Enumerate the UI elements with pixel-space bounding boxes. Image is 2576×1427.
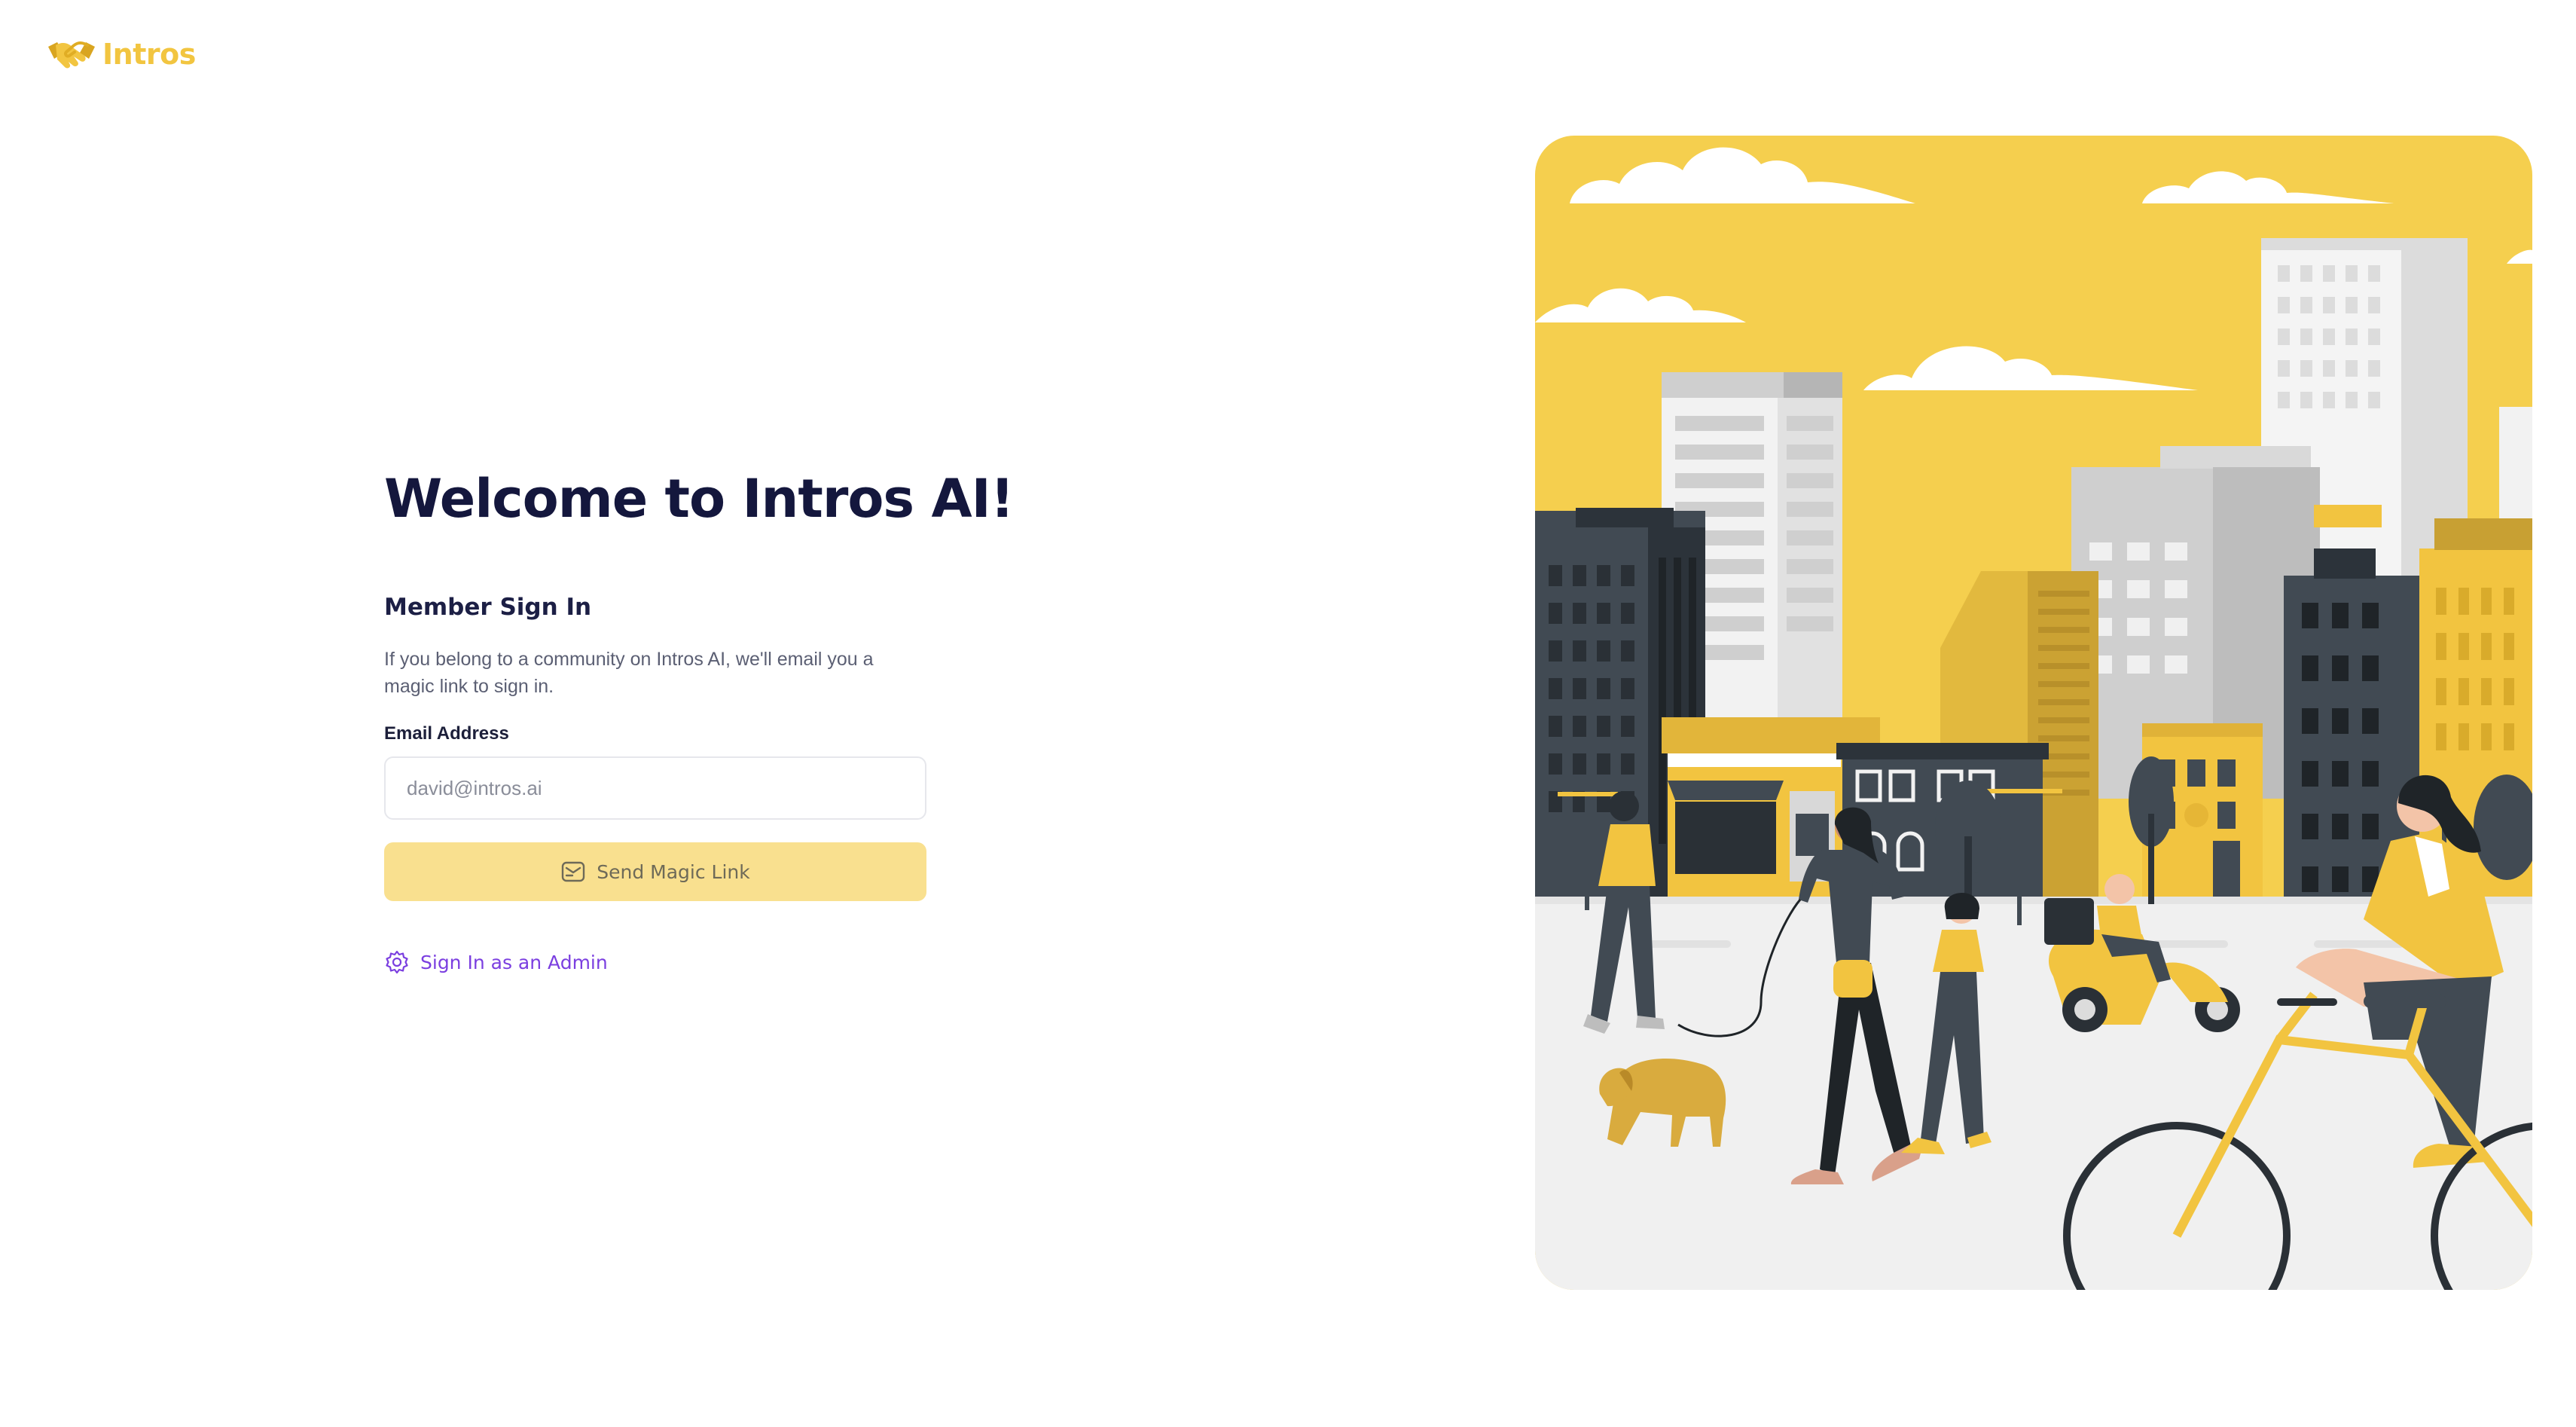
hero-illustration [1535, 136, 2532, 1290]
gear-icon [386, 950, 408, 974]
send-magic-link-button[interactable]: Send Magic Link [384, 842, 926, 901]
handshake-icon [48, 41, 95, 69]
form-description: If you belong to a community on Intros A… [384, 649, 874, 697]
send-magic-link-label: Send Magic Link [597, 860, 750, 883]
city-street-illustration [1535, 136, 2532, 1290]
page-title: Welcome to Intros AI! [384, 468, 1015, 530]
sign-in-form: Welcome to Intros AI! Member Sign In If … [384, 467, 1015, 974]
brand-logo[interactable]: Intros [47, 33, 196, 75]
email-label: Email Address [384, 723, 509, 744]
brand-name: Intros [102, 38, 196, 71]
mail-icon [562, 861, 585, 882]
email-input[interactable] [384, 756, 926, 820]
admin-sign-in-label: Sign In as an Admin [420, 951, 608, 973]
admin-sign-in-link[interactable]: Sign In as an Admin [384, 949, 608, 975]
form-subtitle: Member Sign In [384, 594, 592, 621]
